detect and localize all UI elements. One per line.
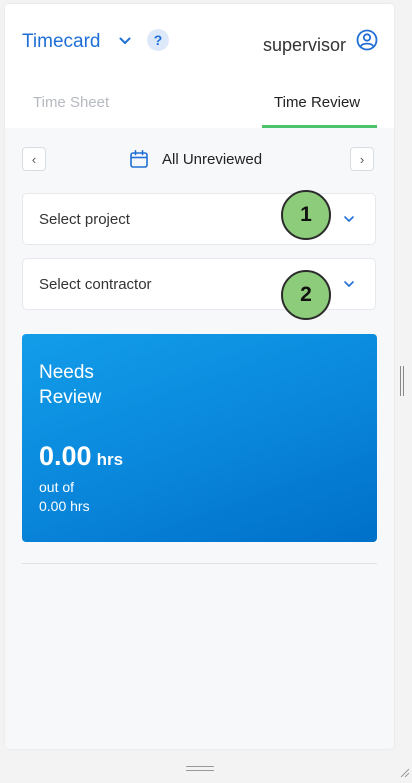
next-button[interactable]: › — [350, 147, 374, 171]
tab-time-sheet[interactable]: Time Sheet — [33, 94, 109, 111]
chevron-down-icon — [343, 212, 355, 224]
card-hours: 0.00 hrs — [39, 441, 123, 472]
needs-review-card[interactable]: Needs Review 0.00 hrs out of 0.00 hrs — [22, 334, 377, 542]
project-select-placeholder: Select project — [39, 211, 130, 228]
hours-unit: hrs — [96, 450, 124, 469]
card-title: Needs Review — [39, 362, 102, 408]
help-button[interactable]: ? — [147, 29, 169, 51]
resize-grip-icon[interactable] — [398, 765, 410, 778]
tab-time-review[interactable]: Time Review — [274, 94, 360, 111]
out-of-label: out of — [39, 479, 75, 495]
contractor-select-placeholder: Select contractor — [39, 276, 152, 293]
user-circle-icon[interactable] — [356, 29, 378, 51]
bottom-resize-handle[interactable] — [186, 766, 214, 771]
chevron-down-icon — [343, 277, 355, 289]
app-title[interactable]: Timecard — [22, 31, 100, 53]
active-tab-indicator — [262, 125, 377, 128]
calendar-icon — [129, 149, 149, 169]
chevron-down-icon[interactable] — [118, 31, 132, 51]
divider — [22, 563, 377, 564]
filter-label: All Unreviewed — [162, 150, 263, 168]
total-hours: 0.00 hrs — [39, 498, 90, 514]
hours-value: 0.00 — [39, 441, 92, 471]
callout-marker-1: 1 — [281, 190, 331, 240]
callout-marker-2: 2 — [281, 270, 331, 320]
vertical-splitter-handle[interactable] — [400, 366, 404, 396]
prev-button[interactable]: ‹ — [22, 147, 46, 171]
user-name: supervisor — [262, 35, 346, 55]
timecard-panel: Timecard ? supervisor Time Sheet Time Re… — [5, 4, 394, 749]
review-filter[interactable]: All Unreviewed — [129, 148, 262, 170]
header: Timecard ? supervisor Time Sheet Time Re… — [5, 4, 394, 128]
